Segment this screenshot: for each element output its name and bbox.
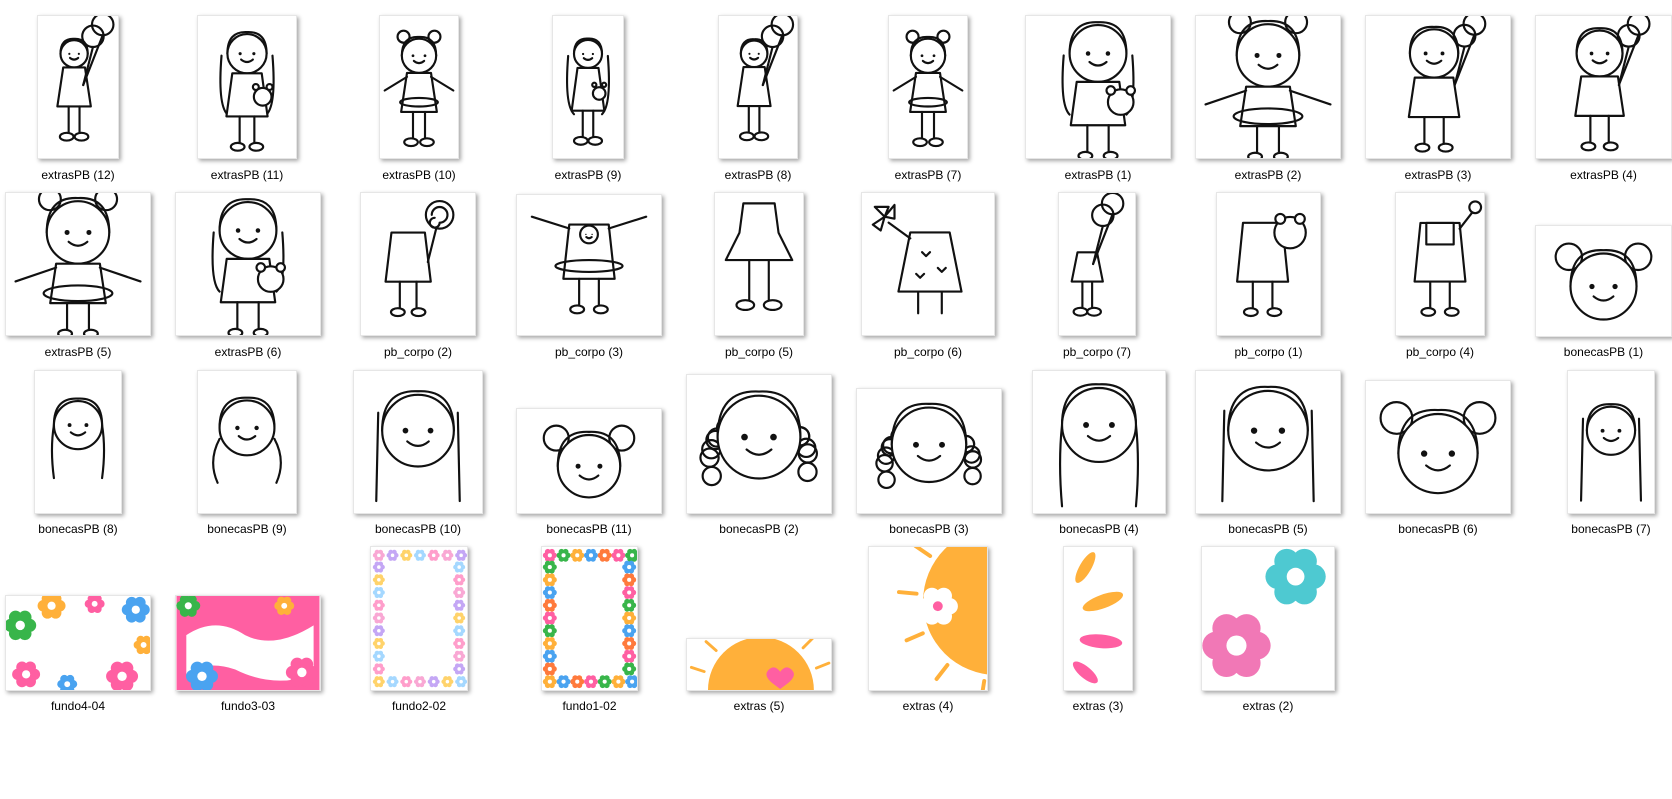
file-name-label[interactable]: pb_corpo (5) xyxy=(699,345,819,359)
file-name-label[interactable]: extras (5) xyxy=(699,699,819,713)
file-grid: extrasPB (12) extrasPB (11) extrasPB (10… xyxy=(0,0,1672,799)
file-name-label[interactable]: extrasPB (7) xyxy=(868,168,988,182)
file-thumbnail[interactable] xyxy=(868,546,988,691)
file-name-label[interactable]: extras (4) xyxy=(868,699,988,713)
file-name-label[interactable]: extrasPB (3) xyxy=(1378,168,1498,182)
file-thumbnail[interactable] xyxy=(353,370,483,514)
file-thumbnail[interactable] xyxy=(197,15,297,159)
file-thumbnail[interactable] xyxy=(1063,546,1133,691)
file-name-label[interactable]: extrasPB (6) xyxy=(188,345,308,359)
file-name-label[interactable]: bonecasPB (3) xyxy=(869,522,989,536)
file-thumbnail[interactable] xyxy=(552,15,624,159)
file-thumbnail[interactable] xyxy=(1032,370,1166,514)
file-name-label[interactable]: fundo1-02 xyxy=(530,699,650,713)
file-name-label[interactable]: bonecasPB (11) xyxy=(529,522,649,536)
file-name-label[interactable]: extrasPB (11) xyxy=(187,168,307,182)
file-name-label[interactable]: pb_corpo (4) xyxy=(1380,345,1500,359)
file-name-label[interactable]: bonecasPB (10) xyxy=(358,522,478,536)
file-name-label[interactable]: bonecasPB (4) xyxy=(1039,522,1159,536)
file-thumbnail[interactable] xyxy=(1535,15,1672,159)
file-name-label[interactable]: extrasPB (10) xyxy=(359,168,479,182)
file-thumbnail[interactable] xyxy=(541,546,638,691)
file-thumbnail[interactable] xyxy=(861,192,995,336)
file-name-label[interactable]: bonecasPB (5) xyxy=(1208,522,1328,536)
file-name-label[interactable]: extras (2) xyxy=(1208,699,1328,713)
file-thumbnail[interactable] xyxy=(1201,546,1335,691)
file-thumbnail[interactable] xyxy=(197,370,297,514)
file-thumbnail[interactable] xyxy=(37,15,119,159)
file-thumbnail[interactable] xyxy=(714,192,804,336)
file-thumbnail[interactable] xyxy=(718,15,798,159)
file-thumbnail[interactable] xyxy=(516,408,662,514)
file-thumbnail[interactable] xyxy=(5,192,151,336)
file-thumbnail[interactable] xyxy=(1195,370,1341,514)
file-name-label[interactable]: extrasPB (8) xyxy=(698,168,818,182)
file-name-label[interactable]: bonecasPB (1) xyxy=(1544,345,1664,359)
file-thumbnail[interactable] xyxy=(175,595,321,691)
file-thumbnail[interactable] xyxy=(34,370,122,514)
file-name-label[interactable]: fundo3-03 xyxy=(188,699,308,713)
file-thumbnail[interactable] xyxy=(175,192,321,336)
file-name-label[interactable]: bonecasPB (7) xyxy=(1551,522,1671,536)
file-name-label[interactable]: bonecasPB (9) xyxy=(187,522,307,536)
file-name-label[interactable]: pb_corpo (7) xyxy=(1037,345,1157,359)
file-thumbnail[interactable] xyxy=(686,638,832,691)
file-name-label[interactable]: pb_corpo (3) xyxy=(529,345,649,359)
file-thumbnail[interactable] xyxy=(1058,192,1136,336)
file-thumbnail[interactable] xyxy=(360,192,476,336)
file-thumbnail[interactable] xyxy=(1025,15,1171,159)
file-thumbnail[interactable] xyxy=(1365,380,1511,514)
file-thumbnail[interactable] xyxy=(370,546,468,691)
file-thumbnail[interactable] xyxy=(1567,370,1655,514)
file-name-label[interactable]: extras (3) xyxy=(1038,699,1158,713)
file-name-label[interactable]: pb_corpo (2) xyxy=(358,345,478,359)
file-thumbnail[interactable] xyxy=(5,595,151,691)
file-thumbnail[interactable] xyxy=(1395,192,1485,336)
file-name-label[interactable]: pb_corpo (1) xyxy=(1209,345,1329,359)
file-name-label[interactable]: fundo4-04 xyxy=(18,699,138,713)
file-thumbnail[interactable] xyxy=(888,15,968,159)
file-name-label[interactable]: bonecasPB (2) xyxy=(699,522,819,536)
file-name-label[interactable]: fundo2-02 xyxy=(359,699,479,713)
file-thumbnail[interactable] xyxy=(379,15,459,159)
file-name-label[interactable]: extrasPB (4) xyxy=(1544,168,1664,182)
file-name-label[interactable]: extrasPB (12) xyxy=(18,168,138,182)
file-name-label[interactable]: extrasPB (2) xyxy=(1208,168,1328,182)
file-name-label[interactable]: extrasPB (9) xyxy=(528,168,648,182)
file-name-label[interactable]: pb_corpo (6) xyxy=(868,345,988,359)
file-thumbnail[interactable] xyxy=(1216,192,1321,336)
file-thumbnail[interactable] xyxy=(1195,15,1341,159)
file-name-label[interactable]: bonecasPB (6) xyxy=(1378,522,1498,536)
file-name-label[interactable]: extrasPB (5) xyxy=(18,345,138,359)
file-thumbnail[interactable] xyxy=(1365,15,1511,159)
file-thumbnail[interactable] xyxy=(1535,225,1672,337)
file-thumbnail[interactable] xyxy=(686,374,832,514)
file-thumbnail[interactable] xyxy=(856,388,1002,514)
file-name-label[interactable]: bonecasPB (8) xyxy=(18,522,138,536)
file-name-label[interactable]: extrasPB (1) xyxy=(1038,168,1158,182)
file-thumbnail[interactable] xyxy=(516,194,662,336)
